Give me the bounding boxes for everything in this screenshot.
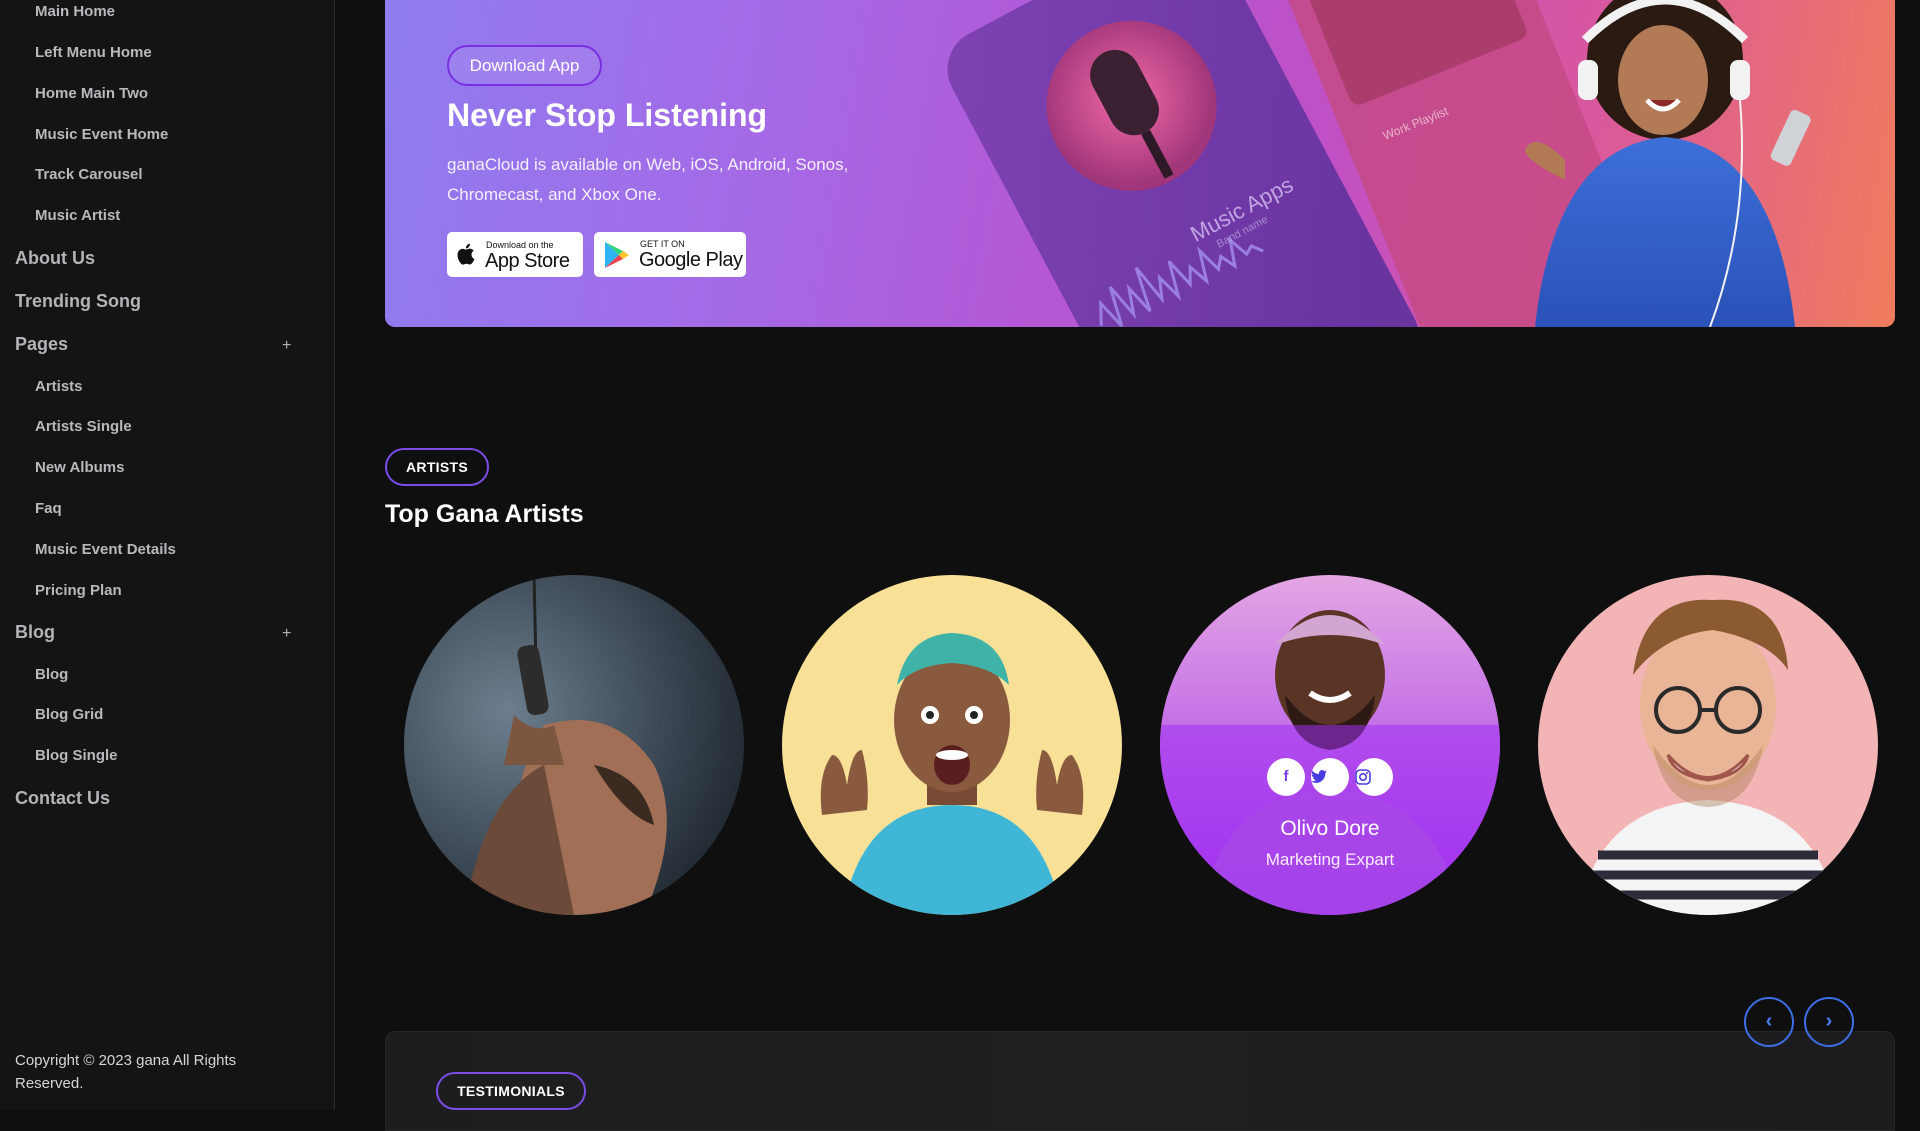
artists-section-title: Top Gana Artists [385,500,584,528]
hero-description: ganaCloud is available on Web, iOS, Andr… [447,155,849,204]
google-play-badge[interactable]: GET IT ON Google Play [594,232,746,277]
nav-item-faq[interactable]: Faq [35,500,62,517]
nav-item-artists[interactable]: Artists [35,378,83,395]
nav-item-music-event-home[interactable]: Music Event Home [35,126,168,143]
artist-card[interactable] [782,575,1122,915]
artist-photo-glasses [1538,575,1878,915]
carousel-next-button[interactable]: › [1804,997,1854,1047]
facebook-icon[interactable]: f [1267,758,1305,796]
nav-item-blog[interactable]: Blog [15,622,55,643]
artist-card[interactable] [404,575,744,915]
nav-item-blog-single[interactable]: Blog Single [35,747,118,764]
artist-role: Marketing Expart [1265,850,1395,869]
nav-item-home-main-two[interactable]: Home Main Two [35,85,148,102]
nav-item-blog-grid[interactable]: Blog Grid [35,706,103,723]
twitter-icon[interactable] [1311,758,1349,796]
nav-item-music-event-details[interactable]: Music Event Details [35,541,176,558]
pages-expand-icon[interactable]: + [282,337,291,355]
google-play-icon [605,242,629,268]
app-store-badge[interactable]: Download on the App Store [447,232,583,277]
google-play-small-text: GET IT ON [640,239,685,249]
artist-card-featured[interactable]: f Olivo Dore Marketing Expart [1160,575,1500,915]
testimonials-badge: TESTIMONIALS [436,1072,586,1110]
nav-item-trending-song[interactable]: Trending Song [15,291,141,312]
artists-badge: ARTISTS [385,448,489,486]
blog-expand-icon[interactable]: + [282,625,291,643]
nav-item-pricing-plan[interactable]: Pricing Plan [35,582,122,599]
nav-item-main-home[interactable]: Main Home [35,3,115,20]
artist-photo-surprised [782,575,1122,915]
artist-photo-singer [404,575,744,915]
download-app-button[interactable]: Download App [447,45,602,86]
sidebar: Main Home Left Menu Home Home Main Two M… [0,0,335,1110]
nav-item-blog-list[interactable]: Blog [35,666,68,683]
nav-item-music-artist[interactable]: Music Artist [35,207,120,224]
artist-card[interactable] [1538,575,1878,915]
google-play-big-text: Google Play [639,249,743,271]
nav-item-about-us[interactable]: About Us [15,248,95,269]
instagram-icon[interactable] [1355,758,1393,796]
nav-item-contact-us[interactable]: Contact Us [15,788,110,809]
app-store-small-text: Download on the [486,240,554,250]
apple-icon [457,243,475,265]
nav-item-pages[interactable]: Pages [15,334,68,355]
nav-item-artists-single[interactable]: Artists Single [35,418,132,435]
download-app-banner: Music Apps Band name Work Playlist Downl… [385,0,1895,327]
copyright-text: Copyright © 2023 gana All Rights Reserve… [15,1052,237,1092]
carousel-prev-button[interactable]: ‹ [1744,997,1794,1047]
nav-item-track-carousel[interactable]: Track Carousel [35,166,143,183]
app-store-big-text: App Store [485,250,570,272]
artist-name[interactable]: Olivo Dore [1160,817,1500,841]
nav-item-left-menu-home[interactable]: Left Menu Home [35,44,152,61]
testimonials-section: TESTIMONIALS [385,1031,1895,1131]
nav-item-new-albums[interactable]: New Albums [35,459,124,476]
hero-title: Never Stop Listening [447,97,768,133]
